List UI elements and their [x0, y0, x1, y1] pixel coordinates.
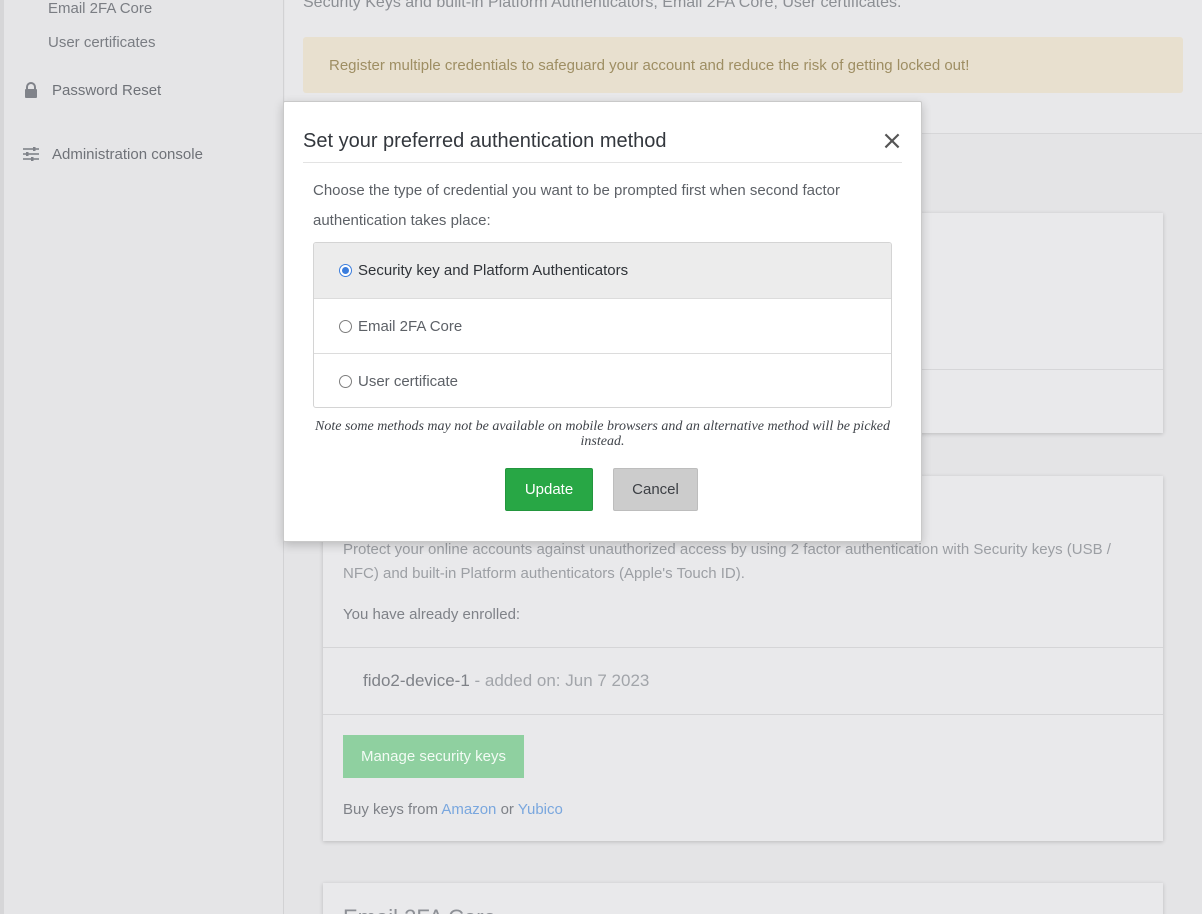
- email-2fa-card-title: Email 2FA Core: [343, 905, 496, 914]
- option-label: Security key and Platform Authenticators: [358, 262, 629, 279]
- enrolled-label: You have already enrolled:: [343, 606, 521, 623]
- option-security-key[interactable]: Security key and Platform Authenticators: [314, 243, 891, 298]
- radio-button[interactable]: [339, 319, 352, 333]
- sidebar-item-administration-console[interactable]: Administration console: [22, 145, 203, 163]
- sidebar-item-email-2fa-core[interactable]: Email 2FA Core: [48, 0, 152, 17]
- amazon-link[interactable]: Amazon: [441, 801, 496, 818]
- enabled-methods-text: Security Keys and built-in Platform Auth…: [303, 0, 902, 11]
- device-added-date: - added on: Jun 7 2023: [469, 671, 650, 690]
- option-label: Email 2FA Core: [358, 317, 463, 335]
- dialog-description: Choose the type of credential you want t…: [313, 182, 840, 229]
- sidebar-item-label: Password Reset: [52, 81, 162, 99]
- divider: [303, 162, 902, 163]
- divider: [323, 647, 1163, 648]
- cancel-button[interactable]: Cancel: [613, 468, 698, 511]
- list-item: fido2-device-1 - added on: Jun 7 2023: [363, 671, 649, 691]
- option-email-2fa-core[interactable]: Email 2FA Core: [314, 298, 891, 353]
- buy-keys-text: Buy keys from Amazon or Yubico: [343, 801, 563, 818]
- sliders-icon: [22, 145, 40, 163]
- warning-alert: Register multiple credentials to safegua…: [303, 37, 1183, 93]
- email-2fa-card: Email 2FA Core: [323, 883, 1163, 914]
- sidebar-item-user-certificates[interactable]: User certificates: [48, 34, 156, 51]
- mobile-note: Note some methods may not be available o…: [315, 419, 890, 449]
- close-icon[interactable]: ×: [880, 128, 904, 154]
- option-user-certificate[interactable]: User certificate: [314, 353, 891, 407]
- option-label: User certificate: [358, 372, 459, 390]
- security-keys-description: Protect your online accounts against una…: [343, 541, 1111, 582]
- dialog-title: Set your preferred authentication method: [303, 130, 667, 152]
- method-options-list: Security key and Platform Authenticators…: [313, 242, 892, 408]
- sidebar-item-password-reset[interactable]: Password Reset: [22, 81, 161, 99]
- device-name: fido2-device-1: [363, 671, 470, 690]
- update-button[interactable]: Update: [505, 468, 593, 511]
- radio-button-checked[interactable]: [339, 264, 352, 277]
- lock-icon: [22, 81, 40, 99]
- yubico-link[interactable]: Yubico: [518, 801, 563, 818]
- sidebar: Email 2FA Core User certificates Passwor…: [0, 0, 284, 914]
- divider: [323, 714, 1163, 715]
- sidebar-item-label: Administration console: [52, 145, 203, 163]
- buy-keys-prefix: Buy keys from: [343, 801, 442, 818]
- buy-keys-or: or: [496, 801, 518, 818]
- radio-button[interactable]: [339, 374, 352, 388]
- manage-security-keys-button[interactable]: Manage security keys: [343, 735, 524, 778]
- preferred-method-dialog: Set your preferred authentication method…: [283, 101, 922, 542]
